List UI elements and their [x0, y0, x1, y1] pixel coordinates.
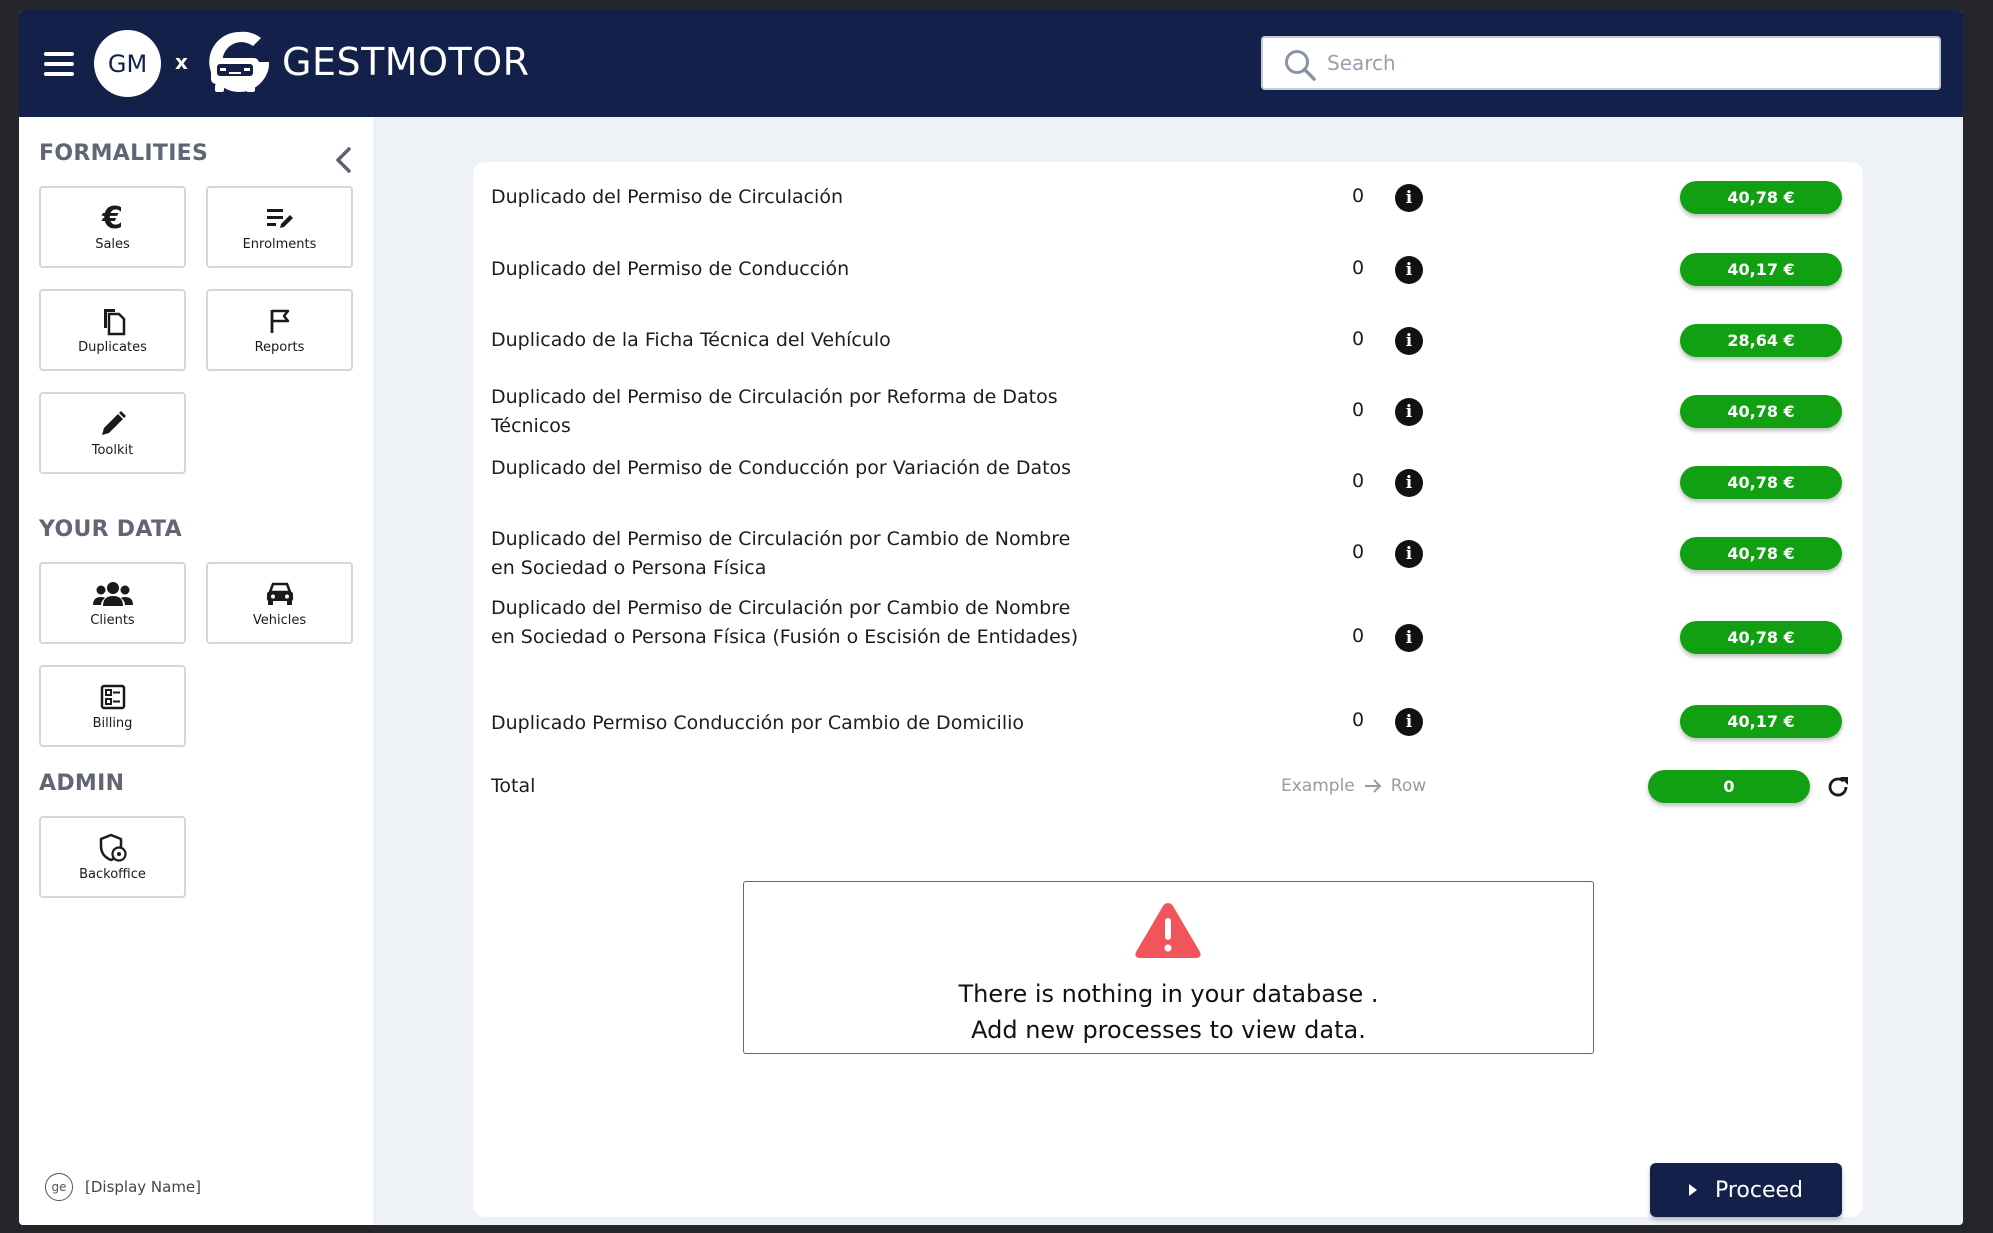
- tile-label: Backoffice: [79, 867, 146, 882]
- section-title-formalities: FORMALITIES: [39, 141, 209, 166]
- tile-backoffice[interactable]: Backoffice: [39, 816, 186, 898]
- tile-label: Duplicates: [78, 340, 147, 355]
- quantity-value: 0: [1351, 541, 1365, 563]
- tile-clients[interactable]: Clients: [39, 562, 186, 644]
- price-pill[interactable]: 40,17 €: [1680, 705, 1842, 738]
- empty-message: There is nothing in your database .: [958, 980, 1379, 1008]
- formality-name: Duplicado del Permiso de Conducción por …: [491, 457, 1072, 479]
- top-header: GM x GESTMOTOR: [19, 10, 1963, 117]
- flag-icon: [270, 309, 289, 333]
- user-display-name: [Display Name]: [85, 1178, 202, 1196]
- info-icon[interactable]: i: [1395, 184, 1423, 212]
- shield-cog-icon: [99, 833, 127, 862]
- gestmotor-logo-icon: [209, 31, 269, 92]
- tile-reports[interactable]: Reports: [206, 289, 353, 371]
- price-pill[interactable]: 40,78 €: [1680, 621, 1842, 654]
- formality-name: Duplicado del Permiso de Conducción: [491, 258, 850, 280]
- price-pill[interactable]: 40,78 €: [1680, 537, 1842, 570]
- example-row-hint: Example Row: [1281, 776, 1426, 796]
- total-label: Total: [491, 775, 536, 797]
- formality-name: Duplicado del Permiso de Circulación por…: [491, 386, 1058, 437]
- tile-label: Billing: [92, 716, 133, 731]
- info-icon[interactable]: i: [1395, 708, 1423, 736]
- tile-label: Clients: [90, 613, 135, 628]
- tile-label: Reports: [254, 340, 305, 355]
- formalities-card: Duplicado del Permiso de Circulación 0 i…: [473, 162, 1863, 1217]
- info-icon[interactable]: i: [1395, 540, 1423, 568]
- menu-icon[interactable]: [44, 52, 74, 76]
- billing-icon: [100, 684, 125, 710]
- info-icon[interactable]: i: [1395, 624, 1423, 652]
- price-pill[interactable]: 40,78 €: [1680, 395, 1842, 428]
- price-pill[interactable]: 40,78 €: [1680, 466, 1842, 499]
- sidebar: FORMALITIES € Sales Enrolments Duplicate…: [19, 117, 373, 1225]
- users-icon: [92, 582, 133, 606]
- quantity-value: 0: [1351, 257, 1365, 279]
- empty-state: There is nothing in your database . Add …: [743, 881, 1594, 1054]
- total-value-pill: 0: [1648, 770, 1810, 803]
- quantity-value: 0: [1351, 709, 1365, 731]
- quantity-value: 0: [1351, 328, 1365, 350]
- edit-list-icon: [266, 209, 293, 228]
- formality-name: Duplicado Permiso Conducción por Cambio …: [491, 712, 1025, 734]
- gm-logo: GM: [94, 30, 161, 97]
- row-label: Row: [1390, 776, 1427, 796]
- quantity-value: 0: [1351, 185, 1365, 207]
- car-icon: [266, 582, 293, 605]
- tile-vehicles[interactable]: Vehicles: [206, 562, 353, 644]
- quantity-value: 0: [1351, 470, 1365, 492]
- info-icon[interactable]: i: [1395, 327, 1423, 355]
- price-pill[interactable]: 28,64 €: [1680, 324, 1842, 357]
- warning-icon: [1135, 903, 1201, 958]
- section-title-admin: ADMIN: [39, 771, 125, 796]
- tile-label: Toolkit: [91, 443, 134, 458]
- brand-name: GESTMOTOR: [282, 40, 530, 84]
- info-icon[interactable]: i: [1395, 469, 1423, 497]
- example-label: Example: [1281, 776, 1355, 796]
- price-pill[interactable]: 40,17 €: [1680, 253, 1842, 286]
- tile-label: Enrolments: [242, 237, 317, 252]
- search-bar[interactable]: [1261, 36, 1941, 90]
- main-content: Duplicado del Permiso de Circulación 0 i…: [373, 117, 1963, 1225]
- tile-toolkit[interactable]: Toolkit: [39, 392, 186, 474]
- proceed-label: Proceed: [1714, 1177, 1804, 1203]
- formality-name: Duplicado del Permiso de Circulación por…: [491, 528, 1071, 579]
- euro-icon: €: [102, 200, 123, 236]
- copy-icon: [103, 309, 125, 336]
- search-icon: [1285, 50, 1316, 81]
- proceed-button[interactable]: Proceed: [1650, 1163, 1842, 1217]
- formality-name: Duplicado de la Ficha Técnica del Vehícu…: [491, 329, 891, 351]
- tile-billing[interactable]: Billing: [39, 665, 186, 747]
- quantity-value: 0: [1351, 625, 1365, 647]
- empty-hint: Add new processes to view data.: [971, 1016, 1366, 1044]
- tile-label: Sales: [95, 237, 130, 252]
- tile-label: Vehicles: [252, 613, 307, 628]
- formality-name: Duplicado del Permiso de Circulación por…: [491, 597, 1079, 648]
- refresh-icon[interactable]: [1825, 774, 1851, 800]
- section-title-your-data: YOUR DATA: [39, 517, 182, 542]
- quantity-value: 0: [1351, 399, 1365, 421]
- arrow-right-icon: [1364, 779, 1382, 793]
- caret-right-icon: [1688, 1184, 1697, 1196]
- info-icon[interactable]: i: [1395, 256, 1423, 284]
- chevron-left-icon[interactable]: [331, 145, 357, 175]
- avatar: ge: [45, 1173, 73, 1201]
- price-pill[interactable]: 40,78 €: [1680, 181, 1842, 214]
- brand-separator: x: [175, 50, 188, 74]
- search-input[interactable]: [1327, 46, 1927, 80]
- tile-enrolments[interactable]: Enrolments: [206, 186, 353, 268]
- app-window: GM x GESTMOTOR FORMALITIES €: [19, 10, 1963, 1225]
- formality-name: Duplicado del Permiso de Circulación: [491, 186, 844, 208]
- tile-duplicates[interactable]: Duplicates: [39, 289, 186, 371]
- tile-sales[interactable]: € Sales: [39, 186, 186, 268]
- user-profile[interactable]: ge [Display Name]: [45, 1173, 201, 1201]
- info-icon[interactable]: i: [1395, 398, 1423, 426]
- pencil-icon: [101, 411, 126, 435]
